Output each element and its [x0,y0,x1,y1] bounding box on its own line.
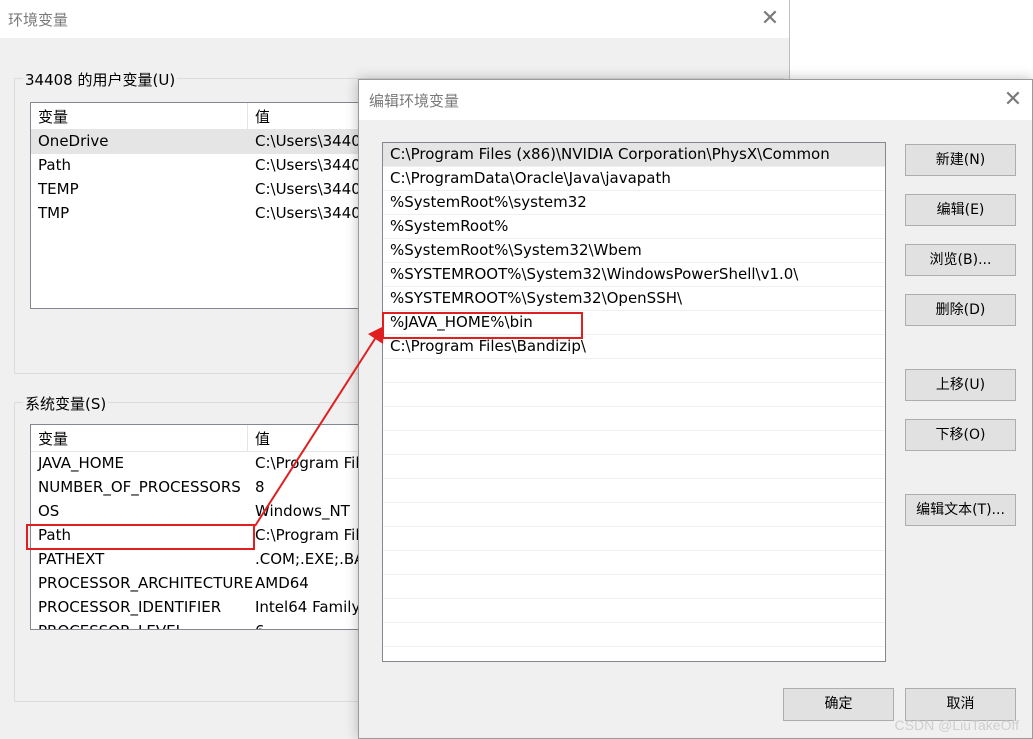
row-value: C:\Program Fil [255,454,360,472]
empty-list-row [383,551,885,575]
row-name: Path [38,156,71,174]
empty-list-row [383,479,885,503]
row-name: PROCESSOR_ARCHITECTURE [38,574,254,592]
system-vars-label: 系统变量(S) [23,393,109,414]
empty-list-row [383,503,885,527]
row-value: 8 [255,478,265,496]
new-button[interactable]: 新建(N) [905,144,1016,176]
env-dialog-close-icon[interactable]: ✕ [752,2,788,36]
column-header-value[interactable]: 值 [255,106,270,127]
ok-button[interactable]: 确定 [783,688,894,721]
row-value: C:\Users\34408 [255,180,371,198]
move-up-button[interactable]: 上移(U) [905,369,1016,401]
row-value: Windows_NT [255,502,350,520]
empty-list-row [383,647,885,661]
column-header-value[interactable]: 值 [255,428,270,449]
path-entry[interactable]: %SYSTEMROOT%\System32\WindowsPowerShell\… [383,263,885,287]
empty-list-row [383,383,885,407]
path-entry[interactable]: C:\Program Files (x86)\NVIDIA Corporatio… [383,143,885,167]
empty-list-row [383,359,885,383]
column-header-variable[interactable]: 变量 [38,428,68,449]
column-header-variable[interactable]: 变量 [38,106,68,127]
row-name: OneDrive [38,132,109,150]
row-name: TMP [38,204,70,222]
env-dialog-titlebar: 环境变量 ✕ [0,0,789,38]
path-entry[interactable]: C:\Program Files\Bandizip\ [383,335,885,359]
row-value: AMD64 [255,574,309,592]
row-value: 6 [255,622,265,629]
row-value: .COM;.EXE;.BA [255,550,365,568]
path-entry[interactable]: %SystemRoot% [383,215,885,239]
delete-button[interactable]: 删除(D) [905,294,1016,326]
path-entry[interactable]: C:\ProgramData\Oracle\Java\javapath [383,167,885,191]
user-vars-label: 34408 的用户变量(U) [23,69,178,90]
row-value: Intel64 Family [255,598,361,616]
path-entry-java-home-bin[interactable]: %JAVA_HOME%\bin [383,311,885,335]
row-name: PATHEXT [38,550,105,568]
path-entry[interactable]: %SystemRoot%\system32 [383,191,885,215]
edit-button[interactable]: 编辑(E) [905,194,1016,226]
edit-dialog-close-icon[interactable]: ✕ [995,82,1031,118]
row-name: OS [38,502,60,520]
edit-dialog-title: 编辑环境变量 [369,92,460,110]
path-entry[interactable]: %SystemRoot%\System32\Wbem [383,239,885,263]
row-name: JAVA_HOME [38,454,125,472]
edit-dialog-titlebar: 编辑环境变量 ✕ [359,80,1032,120]
row-name: PROCESSOR_IDENTIFIER [38,598,222,616]
edit-text-button[interactable]: 编辑文本(T)... [905,494,1016,526]
edit-environment-variable-dialog: 编辑环境变量 ✕ C:\Program Files (x86)\NVIDIA C… [358,79,1033,739]
browse-button[interactable]: 浏览(B)... [905,244,1016,276]
row-name: TEMP [38,180,79,198]
empty-list-row [383,455,885,479]
row-name: PROCESSOR_LEVEL [38,622,184,629]
row-value: C:\Program Fil [255,526,360,544]
move-down-button[interactable]: 下移(O) [905,419,1016,451]
empty-list-row [383,407,885,431]
row-value: C:\Users\34408 [255,132,371,150]
env-dialog-title: 环境变量 [8,11,69,29]
row-value: C:\Users\34408 [255,204,371,222]
watermark: CSDN @LiuTakeOff [894,717,1019,733]
path-entries-list[interactable]: C:\Program Files (x86)\NVIDIA Corporatio… [382,142,886,662]
row-name: Path [38,526,71,544]
empty-list-row [383,575,885,599]
path-entry[interactable]: %SYSTEMROOT%\System32\OpenSSH\ [383,287,885,311]
row-name: NUMBER_OF_PROCESSORS [38,478,241,496]
empty-list-row [383,431,885,455]
empty-list-row [383,599,885,623]
empty-list-row [383,623,885,647]
row-value: C:\Users\34408 [255,156,371,174]
empty-list-row [383,527,885,551]
